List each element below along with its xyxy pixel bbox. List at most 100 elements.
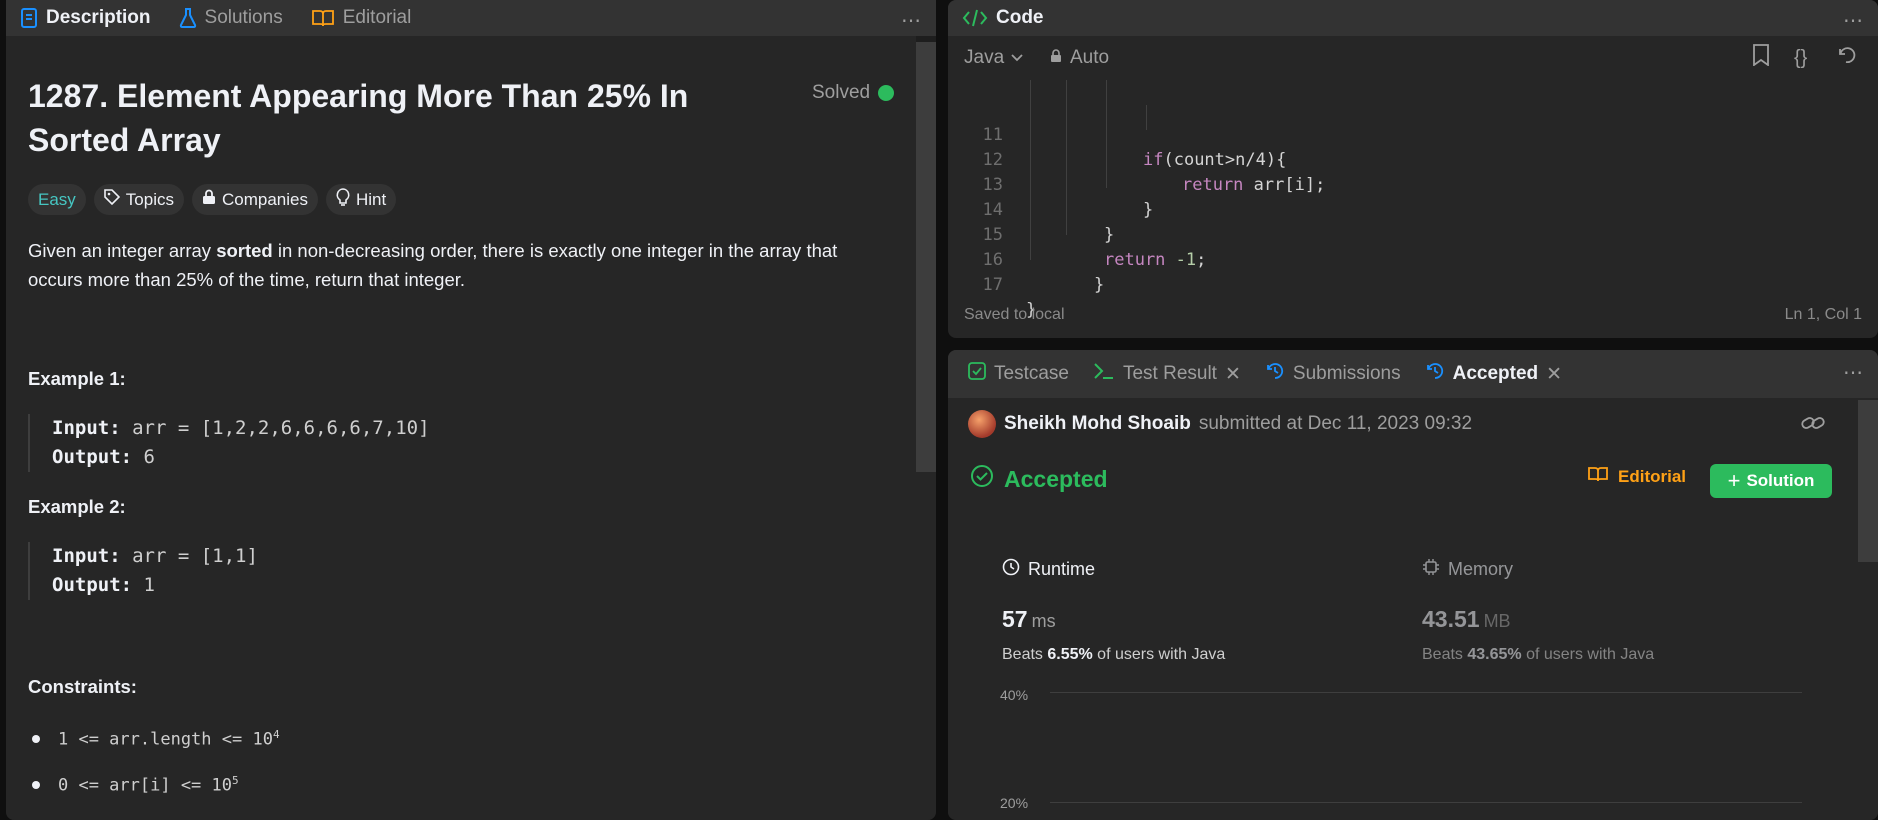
example-1-block: Input: arr = [1,2,2,6,6,6,6,7,10] Output… bbox=[28, 414, 922, 472]
chart-axis-label: 20% bbox=[1000, 795, 1029, 811]
line-number: 17 bbox=[982, 275, 1003, 295]
link-icon[interactable] bbox=[1800, 412, 1826, 439]
chip-icon bbox=[1422, 558, 1440, 581]
memory-card[interactable]: Memory 43.51 MB Beats 43.65% of users wit… bbox=[1422, 536, 1822, 666]
more-options-icon[interactable]: ⋯ bbox=[1843, 8, 1864, 33]
runtime-number: 57 bbox=[1002, 606, 1028, 632]
lock-icon bbox=[1050, 47, 1062, 69]
code-line: 11 if(count>n/4){ bbox=[948, 98, 1287, 170]
runtime-label: Runtime bbox=[1002, 558, 1095, 581]
code-text: return -1; bbox=[1104, 250, 1207, 270]
example-2-output-label: Output: bbox=[52, 574, 133, 596]
description-bold: sorted bbox=[216, 240, 273, 261]
avatar[interactable] bbox=[968, 410, 996, 438]
code-line: 14 } bbox=[948, 173, 1115, 245]
tab-submissions-label: Submissions bbox=[1292, 363, 1401, 384]
result-tabbar: Testcase Test Result ✕ Submissions Accep… bbox=[948, 350, 1878, 398]
tab-editorial-label: Editorial bbox=[342, 7, 412, 28]
description-text-1: Given an integer array bbox=[28, 240, 217, 261]
tag-icon bbox=[103, 189, 120, 210]
format-code-icon[interactable]: {} bbox=[1794, 47, 1807, 70]
hint-label: Hint bbox=[355, 189, 387, 209]
book-icon bbox=[1588, 466, 1608, 487]
example-1-heading: Example 1: bbox=[28, 368, 126, 389]
runtime-unit: ms bbox=[1031, 611, 1056, 631]
code-tabbar: Code ⋯ bbox=[948, 0, 1878, 36]
bookmark-icon[interactable] bbox=[1752, 44, 1770, 72]
code-line: 13 } bbox=[948, 148, 1154, 220]
tab-solutions[interactable]: Solutions bbox=[165, 0, 297, 36]
solution-button-label: Solution bbox=[1746, 471, 1815, 490]
history-icon bbox=[1265, 361, 1285, 387]
constraint-2-text: 0 <= arr[i] <= 10 bbox=[58, 775, 232, 796]
checkbox-icon bbox=[968, 362, 986, 386]
language-select[interactable]: Java bbox=[964, 47, 1024, 69]
memory-beats-pre: Beats bbox=[1422, 646, 1468, 663]
performance-stats: Runtime 57 ms Beats 6.55% of users with J… bbox=[1002, 536, 1826, 666]
auto-mode[interactable]: Auto bbox=[1050, 47, 1109, 69]
more-options-icon[interactable]: ⋯ bbox=[1843, 360, 1864, 385]
verdict: Accepted bbox=[970, 464, 1108, 494]
tab-testcase[interactable]: Testcase bbox=[948, 362, 1081, 386]
runtime-beats: Beats 6.55% of users with Java bbox=[1002, 646, 1225, 664]
runtime-card[interactable]: Runtime 57 ms Beats 6.55% of users with J… bbox=[1002, 536, 1402, 666]
example-2-block: Input: arr = [1,1] Output: 1 bbox=[28, 542, 922, 600]
flask-icon bbox=[179, 8, 197, 28]
close-icon[interactable]: ✕ bbox=[1546, 363, 1562, 386]
auto-label: Auto bbox=[1070, 47, 1110, 68]
companies-label: Companies bbox=[221, 189, 308, 209]
problem-title[interactable]: 1287. Element Appearing More Than 25% In… bbox=[28, 74, 728, 162]
bullet-dot bbox=[32, 734, 40, 743]
tab-code-label: Code bbox=[996, 7, 1044, 28]
memory-label: Memory bbox=[1422, 558, 1513, 581]
description-scrollbar-thumb[interactable] bbox=[916, 42, 936, 472]
tab-accepted[interactable]: Accepted ✕ bbox=[1413, 361, 1574, 387]
history-icon bbox=[1425, 361, 1445, 387]
companies-chip[interactable]: Companies bbox=[191, 184, 318, 215]
example-2-output: 1 bbox=[143, 574, 155, 596]
verdict-label: Accepted bbox=[1004, 465, 1108, 492]
tab-submissions[interactable]: Submissions bbox=[1253, 361, 1413, 387]
result-panel: Testcase Test Result ✕ Submissions Accep… bbox=[948, 350, 1878, 820]
example-2-heading: Example 2: bbox=[28, 496, 126, 517]
close-icon[interactable]: ✕ bbox=[1225, 363, 1241, 386]
code-editor[interactable]: 11 if(count>n/4){ 12 return arr[i]; 13 }… bbox=[948, 80, 1878, 320]
reset-icon[interactable] bbox=[1836, 45, 1856, 71]
runtime-beats-pct: 6.55% bbox=[1047, 646, 1093, 663]
constraints-heading: Constraints: bbox=[28, 676, 137, 697]
indent-guide bbox=[1066, 80, 1067, 235]
hint-chip[interactable]: Hint bbox=[325, 184, 397, 215]
constraint-item: 0 <= arr[i] <= 105 bbox=[32, 774, 239, 796]
tab-code[interactable]: Code bbox=[948, 0, 1058, 36]
constraint-2-exponent: 5 bbox=[232, 774, 239, 787]
example-2-input: arr = [1,1] bbox=[132, 545, 258, 567]
save-status: Saved to local bbox=[964, 306, 1065, 323]
memory-unit: MB bbox=[1483, 611, 1511, 631]
tab-description-label: Description bbox=[46, 7, 151, 28]
user-name[interactable]: Sheikh Mohd Shoaib bbox=[1004, 413, 1191, 435]
tab-editorial[interactable]: Editorial bbox=[297, 0, 426, 36]
more-options-icon[interactable]: ⋯ bbox=[901, 8, 922, 33]
code-line: 17 } bbox=[948, 248, 1037, 320]
runtime-beats-post: of users with Java bbox=[1092, 646, 1226, 663]
solved-status: Solved bbox=[812, 82, 895, 104]
example-1-output-label: Output: bbox=[52, 446, 133, 468]
memory-label-text: Memory bbox=[1448, 559, 1514, 579]
tab-test-result[interactable]: Test Result ✕ bbox=[1081, 362, 1253, 386]
description-tabbar: Description Solutions Editorial ⋯ bbox=[6, 0, 936, 36]
add-solution-button[interactable]: + Solution bbox=[1710, 464, 1832, 498]
code-panel: Code ⋯ Java Auto {} 11 if(count>n/4){ 12… bbox=[948, 0, 1878, 338]
memory-beats-post: of users with Java bbox=[1521, 646, 1655, 663]
editorial-button[interactable]: Editorial bbox=[1588, 466, 1686, 487]
memory-beats: Beats 43.65% of users with Java bbox=[1422, 646, 1654, 664]
result-scrollbar-thumb[interactable] bbox=[1858, 400, 1878, 562]
topics-chip[interactable]: Topics bbox=[93, 184, 184, 215]
code-text: return arr[i]; bbox=[1182, 175, 1326, 195]
solved-label: Solved bbox=[812, 82, 871, 103]
tab-description[interactable]: Description bbox=[6, 0, 165, 36]
code-text: if(count>n/4){ bbox=[1143, 150, 1287, 170]
editorial-button-label: Editorial bbox=[1618, 466, 1687, 486]
indent-guide bbox=[1030, 80, 1031, 260]
check-circle-icon bbox=[970, 464, 994, 494]
code-line: 16 } bbox=[948, 223, 1105, 295]
